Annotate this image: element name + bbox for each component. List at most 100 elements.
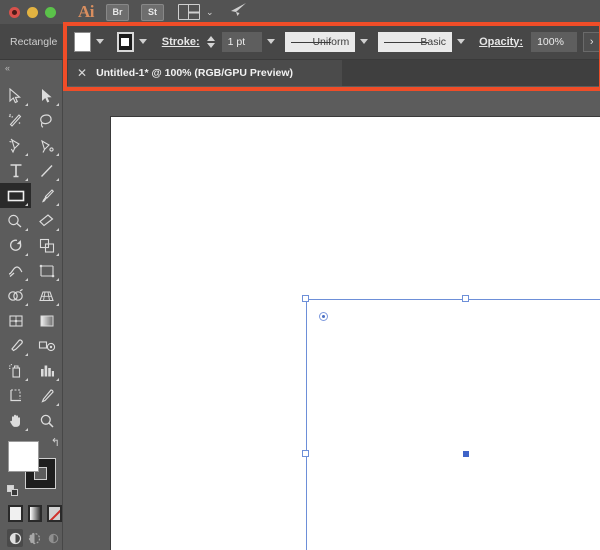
tool-grid — [0, 83, 62, 433]
width-tool[interactable] — [0, 258, 31, 283]
fill-chevron-down-icon[interactable] — [96, 39, 104, 44]
canvas-area[interactable] — [63, 86, 600, 550]
selection-handle-middle-left[interactable] — [302, 450, 309, 457]
flyout-indicator-icon — [25, 278, 28, 281]
brush-definition-select[interactable]: Basic — [378, 32, 452, 52]
flyout-indicator-icon — [25, 353, 28, 356]
type-tool[interactable] — [0, 158, 31, 183]
rectangle-tool[interactable] — [0, 183, 31, 208]
paintbrush-tool[interactable] — [31, 183, 62, 208]
flyout-indicator-icon — [56, 178, 59, 181]
collapse-panel-icon[interactable]: « — [0, 60, 62, 75]
chevron-down-icon[interactable]: ⌄ — [206, 8, 214, 17]
stroke-chevron-down-icon[interactable] — [139, 39, 147, 44]
fill-color-swatch[interactable] — [74, 32, 91, 52]
eyedropper-tool[interactable] — [0, 333, 31, 358]
gradient-tool[interactable] — [31, 308, 62, 333]
pen-tool[interactable] — [0, 133, 31, 158]
minimize-window-button[interactable] — [27, 7, 38, 18]
scale-tool[interactable] — [31, 233, 62, 258]
flyout-indicator-icon — [25, 228, 28, 231]
stroke-color-swatch[interactable] — [117, 32, 134, 52]
shape-builder-tool[interactable] — [0, 283, 31, 308]
stroke-weight-input[interactable]: 1 pt — [222, 32, 262, 52]
flyout-indicator-icon — [56, 403, 59, 406]
zoom-tool[interactable] — [31, 408, 62, 433]
live-corner-widget-top-left[interactable] — [319, 312, 328, 321]
direct-selection-tool[interactable] — [31, 83, 62, 108]
fill-color-box[interactable] — [8, 441, 39, 472]
selection-handle-top-center[interactable] — [462, 295, 469, 302]
magic-wand-tool[interactable] — [0, 108, 31, 133]
flyout-indicator-icon — [25, 378, 28, 381]
flyout-indicator-icon — [25, 253, 28, 256]
title-bar: Ai Br St ⌄ — [0, 0, 600, 24]
mesh-tool[interactable] — [0, 308, 31, 333]
swap-fill-stroke-icon[interactable]: ↰ — [51, 436, 60, 449]
window-controls — [9, 7, 56, 18]
hand-tool[interactable] — [0, 408, 31, 433]
curvature-tool[interactable] — [31, 133, 62, 158]
flyout-indicator-icon — [56, 303, 59, 306]
opacity-input[interactable]: 100% — [531, 32, 577, 52]
flyout-indicator-icon — [56, 103, 59, 106]
selection-bounding-box — [306, 299, 600, 550]
close-window-button[interactable] — [9, 7, 20, 18]
draw-inside-button[interactable] — [46, 529, 62, 547]
symbol-sprayer-tool[interactable] — [0, 358, 31, 383]
drawing-mode-row — [7, 529, 62, 547]
blend-tool[interactable] — [31, 333, 62, 358]
control-bar: Rectangle Stroke: 1 pt Uniform Basic Opa… — [0, 24, 600, 60]
flyout-indicator-icon — [56, 253, 59, 256]
object-center-point[interactable] — [463, 451, 469, 457]
document-tab[interactable]: ✕ Untitled-1* @ 100% (RGB/GPU Preview) — [68, 60, 342, 86]
brush-chevron-down-icon[interactable] — [457, 39, 465, 44]
close-document-icon[interactable]: ✕ — [77, 67, 87, 79]
gradient-swatch-button[interactable] — [28, 505, 43, 522]
artboard-tool[interactable] — [0, 383, 31, 408]
draw-normal-button[interactable] — [7, 529, 23, 547]
stroke-weight-stepper[interactable] — [207, 36, 215, 48]
none-swatch-button[interactable] — [47, 505, 62, 522]
flyout-indicator-icon — [25, 103, 28, 106]
eraser-tool[interactable] — [31, 208, 62, 233]
selection-tool[interactable] — [0, 83, 31, 108]
illustrator-window: Ai Br St ⌄ Rectangle Stroke: 1 pt Unifor… — [0, 0, 600, 550]
opacity-label[interactable]: Opacity: — [479, 36, 523, 48]
bridge-button[interactable]: Br — [106, 4, 129, 21]
rotate-tool[interactable] — [0, 233, 31, 258]
color-swatch-button[interactable] — [8, 505, 23, 522]
flyout-indicator-icon — [56, 153, 59, 156]
document-tab-title: Untitled-1* @ 100% (RGB/GPU Preview) — [96, 67, 293, 79]
stock-button[interactable]: St — [141, 4, 164, 21]
selection-handle-top-left[interactable] — [302, 295, 309, 302]
width-profile-select[interactable]: Uniform — [285, 32, 356, 52]
perspective-grid-tool[interactable] — [31, 283, 62, 308]
free-transform-tool[interactable] — [31, 258, 62, 283]
column-graph-tool[interactable] — [31, 358, 62, 383]
draw-behind-button[interactable] — [26, 529, 42, 547]
shaper-tool[interactable] — [0, 208, 31, 233]
zoom-window-button[interactable] — [45, 7, 56, 18]
selected-rectangle-object[interactable] — [306, 299, 600, 550]
flyout-indicator-icon — [56, 278, 59, 281]
width-profile-chevron-down-icon[interactable] — [360, 39, 368, 44]
tools-panel: « — [0, 60, 63, 550]
color-mode-row — [8, 505, 62, 522]
artboard[interactable] — [110, 116, 600, 550]
flyout-indicator-icon — [25, 303, 28, 306]
stroke-weight-chevron-down-icon[interactable] — [267, 39, 275, 44]
more-options-button[interactable]: › — [583, 32, 600, 52]
line-segment-tool[interactable] — [31, 158, 62, 183]
flyout-indicator-icon — [25, 203, 28, 206]
arrange-documents-icon[interactable] — [178, 4, 200, 20]
flyout-indicator-icon — [25, 153, 28, 156]
lasso-tool[interactable] — [31, 108, 62, 133]
default-fill-stroke-icon[interactable] — [7, 485, 18, 496]
active-tool-label: Rectangle — [10, 36, 57, 48]
slice-tool[interactable] — [31, 383, 62, 408]
stroke-weight-label[interactable]: Stroke: — [162, 36, 200, 48]
share-plane-icon[interactable] — [228, 2, 248, 22]
flyout-indicator-icon — [25, 178, 28, 181]
illustrator-logo-icon: Ai — [78, 2, 94, 22]
